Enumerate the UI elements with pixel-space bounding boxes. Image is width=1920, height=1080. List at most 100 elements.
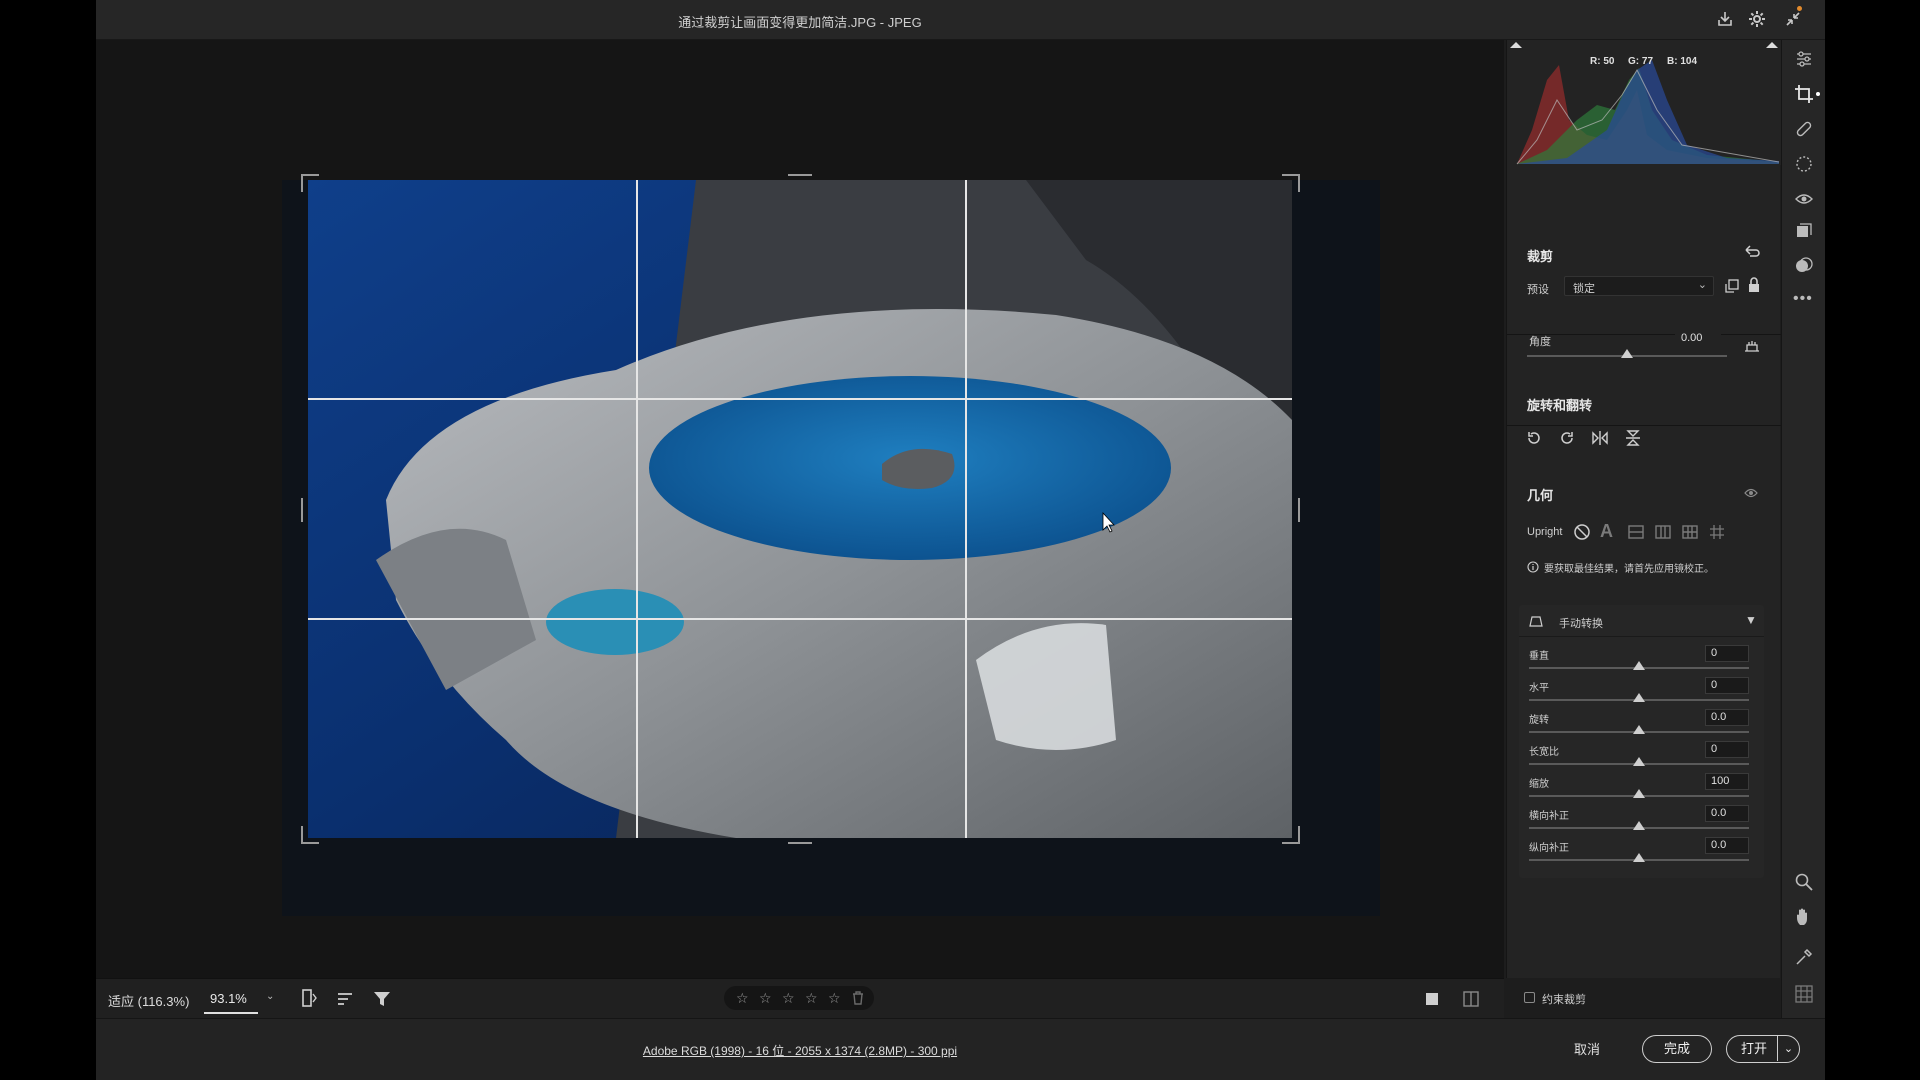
camera-raw-window: 通过裁剪让画面变得更加简洁.JPG - JPEG 适应 (116.3%) 93.… — [96, 0, 1825, 1080]
preset-select[interactable]: 锁定 ⌄ — [1564, 276, 1714, 296]
slider-label: 纵向补正 — [1529, 843, 1569, 854]
filter-icon[interactable] — [372, 989, 392, 1009]
slider-label: 水平 — [1529, 683, 1549, 694]
slider-value: 0 — [1711, 679, 1718, 691]
edit-sliders-icon[interactable] — [1794, 49, 1814, 69]
snapshots-icon[interactable] — [1794, 221, 1814, 241]
rotate-left-icon[interactable] — [1525, 429, 1543, 447]
slider-label: 长宽比 — [1529, 747, 1559, 758]
slider-thumb[interactable] — [1633, 821, 1645, 830]
preset-value: 锁定 — [1573, 283, 1595, 295]
upright-guided-icon[interactable] — [1708, 523, 1726, 541]
zoom-tool-icon[interactable] — [1794, 872, 1814, 892]
save-icon[interactable] — [1714, 9, 1736, 31]
trash-icon[interactable] — [852, 991, 864, 1005]
zoom-level[interactable]: 93.1% — [204, 984, 258, 1014]
collapse-triangle-icon[interactable]: ▼ — [1745, 613, 1757, 627]
slider-value: 0 — [1711, 743, 1718, 755]
rotate-right-icon[interactable] — [1558, 429, 1576, 447]
crop-title: 裁剪 — [1527, 249, 1554, 264]
slider-value-input[interactable]: 0 — [1705, 677, 1749, 694]
lock-icon[interactable] — [1747, 277, 1761, 293]
transform-slider-row: 长宽比 0 — [1519, 741, 1764, 771]
slider-thumb[interactable] — [1633, 757, 1645, 766]
slider-thumb[interactable] — [1633, 693, 1645, 702]
presets-icon[interactable] — [1794, 255, 1814, 275]
tool-strip: ••• — [1781, 40, 1825, 1018]
star-5[interactable]: ☆ — [828, 990, 841, 1007]
done-button[interactable]: 完成 — [1642, 1035, 1712, 1063]
upright-vertical-icon[interactable] — [1654, 523, 1672, 541]
rotate-flip-title: 旋转和翻转 — [1527, 398, 1593, 413]
rating-bar: ☆ ☆ ☆ ☆ ☆ — [724, 986, 874, 1010]
gear-icon[interactable] — [1746, 9, 1768, 31]
open-options-dropdown[interactable]: ⌄ — [1777, 1036, 1799, 1061]
grid-overlay-icon[interactable] — [1794, 984, 1814, 1004]
visibility-eye-icon[interactable] — [1744, 486, 1758, 498]
title-bar: 通过裁剪让画面变得更加简洁.JPG - JPEG — [96, 0, 1825, 40]
open-button[interactable]: 打开 ⌄ — [1726, 1035, 1800, 1063]
aspect-swap-icon[interactable] — [1724, 278, 1740, 294]
color-sampler-icon[interactable] — [1794, 947, 1814, 967]
zoom-dropdown-icon[interactable]: ⌄ — [266, 991, 274, 1002]
slider-value-input[interactable]: 0 — [1705, 741, 1749, 758]
preset-label: 预设 — [1527, 284, 1549, 296]
star-3[interactable]: ☆ — [782, 990, 795, 1007]
red-eye-icon[interactable] — [1794, 189, 1814, 209]
manual-transform-title: 手动转换 — [1559, 618, 1603, 630]
more-options-icon[interactable]: ••• — [1793, 290, 1813, 308]
flip-vertical-icon[interactable] — [1624, 429, 1642, 447]
masking-icon[interactable] — [1794, 154, 1814, 174]
constrain-crop[interactable]: 约束裁剪 — [1524, 990, 1644, 1006]
single-view-icon[interactable] — [1424, 991, 1440, 1007]
star-4[interactable]: ☆ — [805, 990, 818, 1007]
manual-transform-header[interactable]: 手动转换 ▼ — [1519, 605, 1764, 637]
upright-info-text: 要获取最佳结果，请首先应用镜校正。 — [1544, 564, 1714, 575]
slider-value-input[interactable]: 0.0 — [1705, 805, 1749, 822]
filmstrip-icon[interactable] — [300, 988, 318, 1008]
transform-slider-row: 旋转 0.0 — [1519, 709, 1764, 739]
constrain-checkbox[interactable] — [1524, 992, 1535, 1003]
slider-thumb[interactable] — [1633, 661, 1645, 670]
edit-panel: R: 50 G: 77 B: 104 裁剪 预设 锁定 ⌄ 角度 0.00 旋转… — [1506, 40, 1781, 978]
transform-slider-row: 水平 0 — [1519, 677, 1764, 707]
slider-value-input[interactable]: 0 — [1705, 645, 1749, 662]
notification-dot — [1797, 6, 1802, 11]
slider-thumb[interactable] — [1633, 789, 1645, 798]
crop-image-view[interactable] — [96, 40, 1504, 978]
reset-crop-icon[interactable] — [1743, 244, 1761, 260]
collapse-icon[interactable] — [1782, 6, 1804, 31]
crop-tool-icon[interactable] — [1794, 84, 1820, 104]
fit-zoom-button[interactable]: 适应 (116.3%) — [108, 991, 189, 1010]
upright-level-icon[interactable] — [1627, 523, 1645, 541]
transform-slider-row: 纵向补正 0.0 — [1519, 837, 1764, 867]
slider-label: 旋转 — [1529, 715, 1549, 726]
slider-label: 横向补正 — [1529, 811, 1569, 822]
star-2[interactable]: ☆ — [759, 990, 772, 1007]
chevron-down-icon: ⌄ — [1697, 279, 1707, 291]
cancel-button[interactable]: 取消 — [1574, 1039, 1600, 1058]
constrain-label: 约束裁剪 — [1542, 994, 1586, 1006]
upright-auto-icon[interactable]: A — [1600, 521, 1613, 542]
sort-icon[interactable] — [336, 989, 356, 1009]
workflow-options-link[interactable]: Adobe RGB (1998) - 16 位 - 2055 x 1374 (2… — [96, 1042, 1504, 1059]
slider-value: 100 — [1711, 775, 1730, 787]
hand-tool-icon[interactable] — [1794, 907, 1814, 927]
slider-value: 0.0 — [1711, 839, 1727, 851]
upright-off-icon[interactable] — [1573, 523, 1591, 541]
open-label: 打开 — [1741, 1041, 1768, 1056]
slider-thumb[interactable] — [1633, 853, 1645, 862]
slider-thumb[interactable] — [1633, 725, 1645, 734]
star-1[interactable]: ☆ — [736, 990, 749, 1007]
upright-full-icon[interactable] — [1681, 523, 1699, 541]
slider-value-input[interactable]: 0.0 — [1705, 709, 1749, 726]
window-title: 通过裁剪让画面变得更加简洁.JPG - JPEG — [678, 15, 922, 30]
upright-label: Upright — [1527, 526, 1563, 538]
compare-view-icon[interactable] — [1462, 990, 1480, 1008]
slider-value: 0.0 — [1711, 807, 1727, 819]
slider-value-input[interactable]: 100 — [1705, 773, 1749, 790]
slider-value-input[interactable]: 0.0 — [1705, 837, 1749, 854]
flip-horizontal-icon[interactable] — [1591, 429, 1609, 447]
healing-icon[interactable] — [1794, 119, 1814, 139]
image-canvas[interactable] — [96, 40, 1504, 978]
